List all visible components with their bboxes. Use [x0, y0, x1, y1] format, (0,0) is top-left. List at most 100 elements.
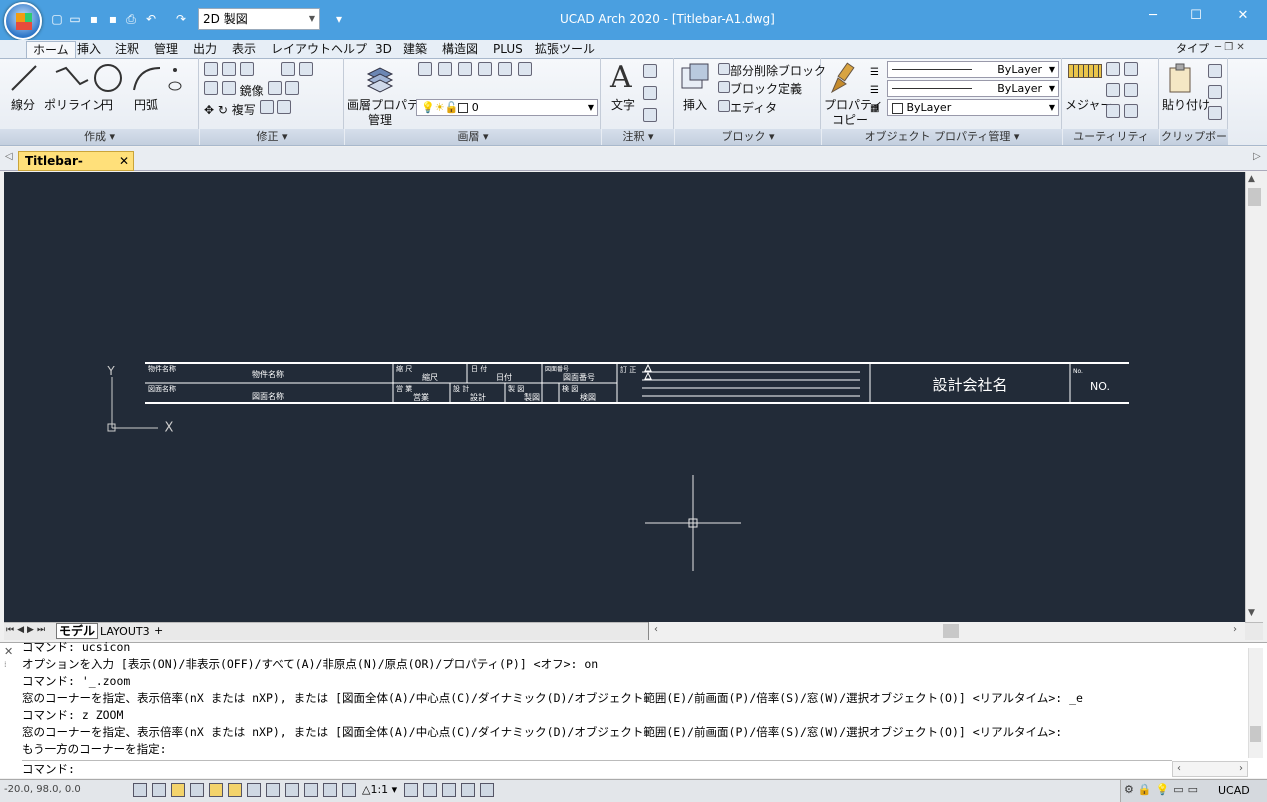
print-icon[interactable]: ⎙ [124, 12, 138, 26]
lineweight-dropdown[interactable]: ByLayer ▼ [887, 80, 1059, 97]
osnap-icon[interactable] [209, 783, 223, 797]
hscroll-thumb[interactable] [943, 624, 959, 638]
hatch-icon[interactable] [204, 81, 218, 95]
tab-scroll-right-icon[interactable]: ▷ [1253, 151, 1261, 162]
explode-icon[interactable] [221, 62, 236, 76]
new-file-icon[interactable]: ▢ [50, 12, 64, 26]
annotation-scale[interactable]: △1:1 ▾ [362, 783, 397, 796]
hscroll-right-icon[interactable]: › [1233, 624, 1237, 635]
auto-scale-icon[interactable] [423, 783, 437, 797]
tab-add-layout[interactable]: + [154, 624, 163, 637]
insert-block-button[interactable]: 挿入 [683, 98, 707, 112]
clipboard-tools[interactable] [1208, 64, 1222, 123]
lineweight-icon[interactable] [285, 783, 299, 797]
snap-icon[interactable] [133, 783, 147, 797]
hardware-accel-icon[interactable] [461, 783, 475, 797]
copy-button[interactable]: 複写 [232, 103, 256, 117]
block-editor-button[interactable]: エディタ [718, 100, 777, 115]
stretch-icon[interactable] [221, 81, 236, 95]
tab-extensions[interactable]: 拡張ツール [529, 41, 601, 58]
move-icon[interactable]: ✥ [204, 103, 214, 117]
rotate-icon[interactable]: ↻ [218, 103, 228, 117]
maximize-button[interactable]: ☐ [1186, 6, 1206, 26]
tab-home[interactable]: ホーム [26, 41, 76, 58]
join-icon[interactable] [285, 81, 300, 95]
layout-nav-icons[interactable]: ⏮◀▶⏭ [6, 625, 48, 635]
layer-tool-icons[interactable] [418, 62, 568, 96]
array-icon[interactable] [281, 62, 296, 76]
tab-scroll-left-icon[interactable]: ◁ [5, 151, 13, 162]
close-button[interactable]: ✕ [1233, 6, 1253, 26]
panel-label-utilities[interactable]: ユーティリティ [1063, 129, 1159, 145]
tab-layout3[interactable]: LAYOUT3 [100, 625, 150, 638]
fillet-icon[interactable] [267, 81, 282, 95]
erase-icon[interactable] [204, 62, 218, 76]
align-icon[interactable] [239, 62, 254, 76]
modify-tools-row3[interactable]: ✥ ↻ 複写 [204, 100, 292, 117]
tab-structure[interactable]: 構造図 [436, 41, 484, 58]
clean-screen-icon[interactable] [480, 783, 494, 797]
trim-icon[interactable] [259, 100, 274, 114]
workspace-select[interactable]: 2D 製図 ▼ [198, 8, 320, 30]
annotation-visibility-icon[interactable] [404, 783, 418, 797]
close-tab-icon[interactable]: ✕ [119, 152, 129, 170]
tray-icons[interactable]: ⚙🔒💡▭▭ [1124, 783, 1202, 796]
panel-label-properties[interactable]: オブジェクト プロパティ管理 ▾ [822, 129, 1062, 145]
isolate-icon[interactable] [442, 783, 456, 797]
panel-label-block[interactable]: ブロック ▾ [675, 129, 821, 145]
undo-icon[interactable]: ↶ [144, 12, 158, 26]
text-button[interactable]: 文字 [611, 98, 635, 112]
offset-icon[interactable] [299, 62, 314, 76]
command-hscroll[interactable]: ‹ › [1172, 761, 1248, 777]
open-file-icon[interactable]: ▭ [68, 12, 82, 26]
panel-label-modify[interactable]: 修正 ▾ [200, 129, 344, 145]
tab-output[interactable]: 出力 [187, 41, 223, 58]
layer-dropdown[interactable]: 💡☀🔓 0 ▼ [416, 99, 598, 116]
scroll-down-icon[interactable]: ▼ [1248, 608, 1255, 618]
panel-label-draw[interactable]: 作成 ▾ [0, 129, 199, 145]
tab-model[interactable]: モデル [56, 623, 98, 639]
tab-help[interactable]: ヘルプ [325, 41, 373, 58]
canvas-vertical-scrollbar[interactable] [1245, 172, 1263, 622]
polyline-button[interactable]: ポリライン [44, 98, 104, 112]
tab-view[interactable]: 表示 [226, 41, 262, 58]
save-icon[interactable]: ▪ [87, 12, 101, 26]
ortho-icon[interactable] [171, 783, 185, 797]
color-dropdown[interactable]: ByLayer ▼ [887, 99, 1059, 116]
arc-button[interactable]: 円弧 [134, 98, 158, 112]
tab-plus[interactable]: PLUS [487, 41, 529, 58]
utility-tools[interactable] [1106, 62, 1138, 121]
document-tab[interactable]: Titlebar-A1.dwg✕ [18, 151, 134, 186]
mirror-button[interactable]: 鏡像 [240, 84, 264, 98]
line-button[interactable]: 線分 [11, 98, 35, 112]
define-block-button[interactable]: ブロック定義 [718, 81, 802, 96]
dynamic-input-icon[interactable] [266, 783, 280, 797]
tab-architecture[interactable]: 建築 [397, 41, 433, 58]
redo-icon[interactable]: ↷ [174, 12, 188, 26]
scroll-thumb[interactable] [1248, 188, 1261, 206]
command-scroll-thumb[interactable] [1250, 726, 1261, 742]
scale-icon[interactable] [277, 100, 292, 114]
tab-manage[interactable]: 管理 [148, 41, 184, 58]
panel-label-layer[interactable]: 画層 ▾ [345, 129, 601, 145]
application-menu-button[interactable] [4, 2, 42, 40]
tab-3d[interactable]: 3D [369, 41, 398, 58]
circle-button[interactable]: 円 [101, 98, 113, 112]
customize-qat-icon[interactable]: ▾ [332, 12, 346, 26]
ribbon-window-controls[interactable]: ─ ❐ ✕ [1215, 42, 1245, 53]
panel-label-annotation[interactable]: 注釈 ▾ [602, 129, 674, 145]
annotation-tools[interactable] [643, 64, 657, 125]
hscroll-left-icon[interactable]: ‹ [654, 624, 658, 635]
ribbon-type-menu[interactable]: タイプ [1170, 41, 1215, 58]
otrack-icon[interactable] [228, 783, 242, 797]
paste-button[interactable]: 貼り付け [1162, 98, 1210, 112]
dynamic-ucs-icon[interactable] [247, 783, 261, 797]
tab-annotate[interactable]: 注釈 [109, 41, 145, 58]
scroll-up-icon[interactable]: ▲ [1248, 174, 1255, 184]
minimize-button[interactable]: ─ [1143, 6, 1163, 26]
command-close-icon[interactable]: ✕ [4, 645, 13, 658]
command-input[interactable]: コマンド: [22, 760, 1172, 777]
linetype-dropdown[interactable]: ByLayer ▼ [887, 61, 1059, 78]
transparency-icon[interactable] [304, 783, 318, 797]
command-grip-icon[interactable]: ⁞ [4, 660, 7, 669]
